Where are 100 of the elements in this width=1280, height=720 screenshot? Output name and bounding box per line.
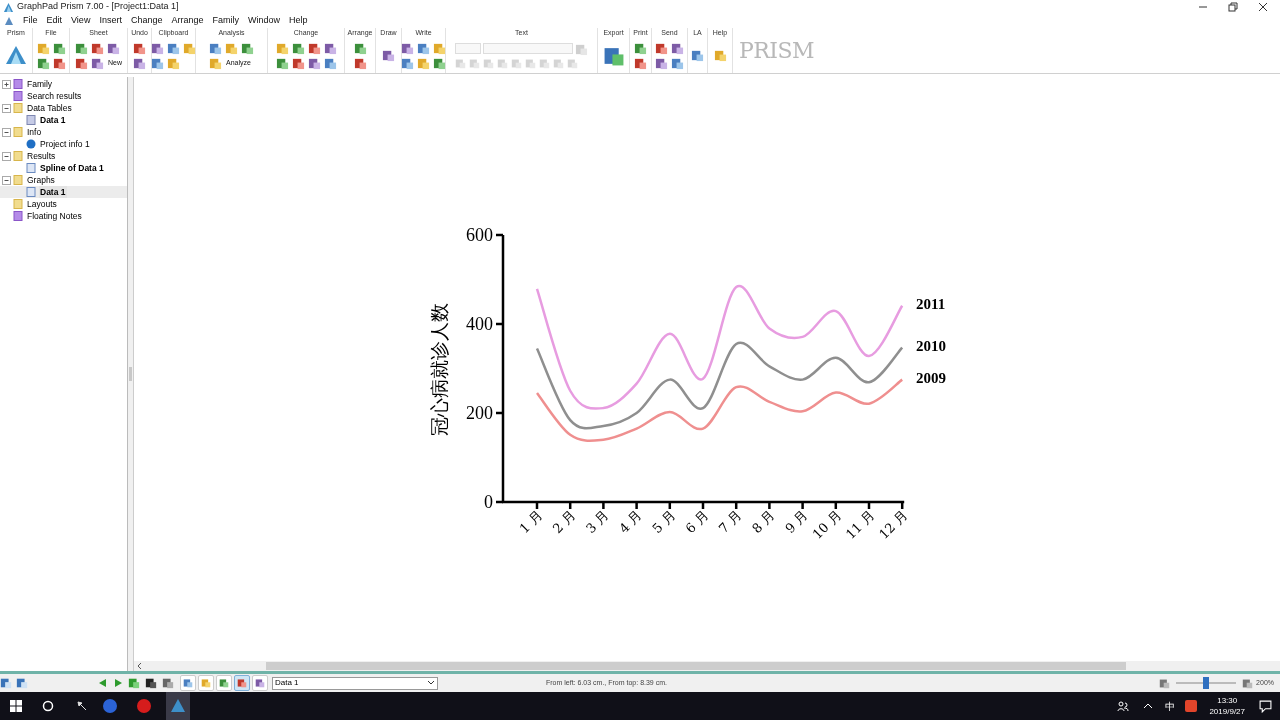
tree-item[interactable]: Info: [26, 125, 43, 139]
scrollbar-thumb[interactable]: [266, 662, 1126, 670]
slider-thumb[interactable]: [1203, 677, 1210, 689]
window-title: GraphPad Prism 7.00 - [Project1:Data 1]: [17, 0, 179, 14]
toolbar-icon[interactable]: [107, 41, 120, 55]
horizontal-scrollbar[interactable]: [134, 661, 1280, 671]
tree-item[interactable]: Data 1: [39, 185, 67, 199]
collapse-icon[interactable]: [2, 151, 11, 161]
tree-item[interactable]: Project info 1: [39, 137, 91, 151]
tree-item[interactable]: Search results: [26, 89, 83, 103]
toolbar-icon[interactable]: [291, 41, 305, 55]
toolbar-icon[interactable]: [634, 56, 647, 70]
tree-item[interactable]: Floating Notes: [26, 209, 83, 223]
menu-item[interactable]: View: [71, 14, 91, 28]
search-icon[interactable]: [42, 700, 54, 712]
axis-tick-label: 7 月: [715, 507, 745, 537]
toolbar-icon[interactable]: [655, 56, 668, 70]
axis-title: 冠心病就诊人数: [428, 302, 450, 436]
notification-icon[interactable]: [1259, 699, 1272, 713]
toolbar-icon[interactable]: [52, 41, 66, 55]
clock-time[interactable]: 13:30: [1217, 695, 1238, 706]
tray-icon[interactable]: [1185, 700, 1198, 712]
prism-icon[interactable]: [170, 698, 186, 714]
toolbar-icon[interactable]: [91, 41, 104, 55]
toolbar-icon[interactable]: [209, 41, 222, 55]
toolbar-icon[interactable]: [36, 56, 50, 70]
toolbar-icon[interactable]: [75, 56, 88, 70]
chevron-up-icon[interactable]: [1143, 703, 1154, 709]
toolbar-icon[interactable]: [417, 41, 430, 55]
axis-tick-label: 6 月: [682, 507, 712, 537]
text-color-icon[interactable]: [575, 42, 588, 56]
view-icon[interactable]: [0, 677, 12, 689]
toolbar-icon[interactable]: [75, 41, 88, 55]
menu-item[interactable]: Family: [212, 14, 239, 28]
tree-item[interactable]: Data Tables: [26, 101, 73, 115]
toolbar-icon[interactable]: [353, 56, 367, 70]
menu-item[interactable]: Edit: [46, 14, 63, 28]
sheet-dropdown[interactable]: Data 1: [272, 676, 438, 690]
toolbar-icon[interactable]: [655, 41, 668, 55]
toolbar-icon[interactable]: [241, 41, 254, 55]
close-icon[interactable]: [1258, 2, 1268, 12]
toolbar-icon[interactable]: [634, 41, 647, 55]
menu-item[interactable]: File: [23, 14, 38, 28]
toolbar-icon[interactable]: [91, 56, 104, 70]
tree-item[interactable]: Layouts: [26, 197, 58, 211]
tree-item[interactable]: Spline of Data 1: [39, 161, 105, 175]
restore-icon[interactable]: [1228, 2, 1238, 12]
series-label: 2009: [916, 369, 946, 386]
windows-icon[interactable]: [10, 700, 22, 712]
toolbar-icon[interactable]: [307, 56, 321, 70]
toolbar-icon[interactable]: [151, 56, 164, 70]
toolbar-icon[interactable]: [671, 56, 684, 70]
forward-arrow-icon[interactable]: [113, 678, 123, 688]
collapse-icon[interactable]: [2, 127, 11, 137]
folder-icon: [13, 199, 23, 209]
collapse-icon[interactable]: [2, 175, 11, 185]
toolbar-icon[interactable]: [167, 41, 180, 55]
toolbar-icon[interactable]: [307, 41, 321, 55]
tree-item[interactable]: Data 1: [39, 113, 67, 127]
toolbar-icon[interactable]: [433, 56, 446, 70]
menu-item[interactable]: Change: [130, 14, 163, 28]
toolbar-icon[interactable]: [151, 41, 164, 55]
record-icon[interactable]: [136, 698, 152, 714]
toolbar-icon[interactable]: [291, 56, 305, 70]
menu-item[interactable]: Insert: [99, 14, 122, 28]
toolbar-icon[interactable]: [401, 56, 414, 70]
people-icon[interactable]: [1117, 700, 1130, 712]
caret-icon: [427, 680, 435, 686]
toolbar-icon[interactable]: [401, 41, 414, 55]
tree-item[interactable]: Results: [26, 149, 57, 163]
splitter-handle[interactable]: [129, 367, 132, 381]
axis-tick-label: 200: [466, 403, 493, 423]
tree-item[interactable]: Graphs: [26, 173, 56, 187]
collapse-icon[interactable]: [2, 103, 11, 113]
axis-tick-label: 400: [466, 314, 493, 334]
menu-item[interactable]: Arrange: [171, 14, 204, 28]
toolbar-icon[interactable]: [382, 49, 395, 62]
grid-icon[interactable]: [16, 677, 28, 689]
axis-tick-label: 9 月: [782, 507, 811, 537]
back-arrow-icon[interactable]: [98, 678, 108, 688]
toolbar-icon[interactable]: [133, 41, 146, 55]
folder-icon: [13, 151, 23, 161]
menu-item[interactable]: Help: [289, 14, 308, 28]
app-icon[interactable]: [102, 698, 118, 714]
toolbar-icon[interactable]: [323, 41, 337, 55]
ime-indicator[interactable]: 中: [1165, 698, 1176, 714]
expand-icon[interactable]: [2, 79, 11, 89]
toolbar-icon[interactable]: [671, 41, 684, 55]
toolbar-icon[interactable]: [353, 41, 367, 55]
toolbar-icon[interactable]: [275, 56, 289, 70]
toolbar-icon[interactable]: [52, 56, 66, 70]
tree-item[interactable]: Family: [26, 77, 54, 91]
toolbar-icon[interactable]: [691, 49, 704, 62]
axis-tick-label: 8 月: [748, 507, 778, 537]
folder-icon: [13, 175, 23, 185]
folder-icon: [13, 127, 23, 137]
toolbar-icon[interactable]: [323, 56, 337, 70]
toolbar-icon[interactable]: [133, 56, 146, 70]
menu-item[interactable]: Window: [247, 14, 280, 28]
clock-date[interactable]: 2019/9/27: [1209, 706, 1245, 717]
